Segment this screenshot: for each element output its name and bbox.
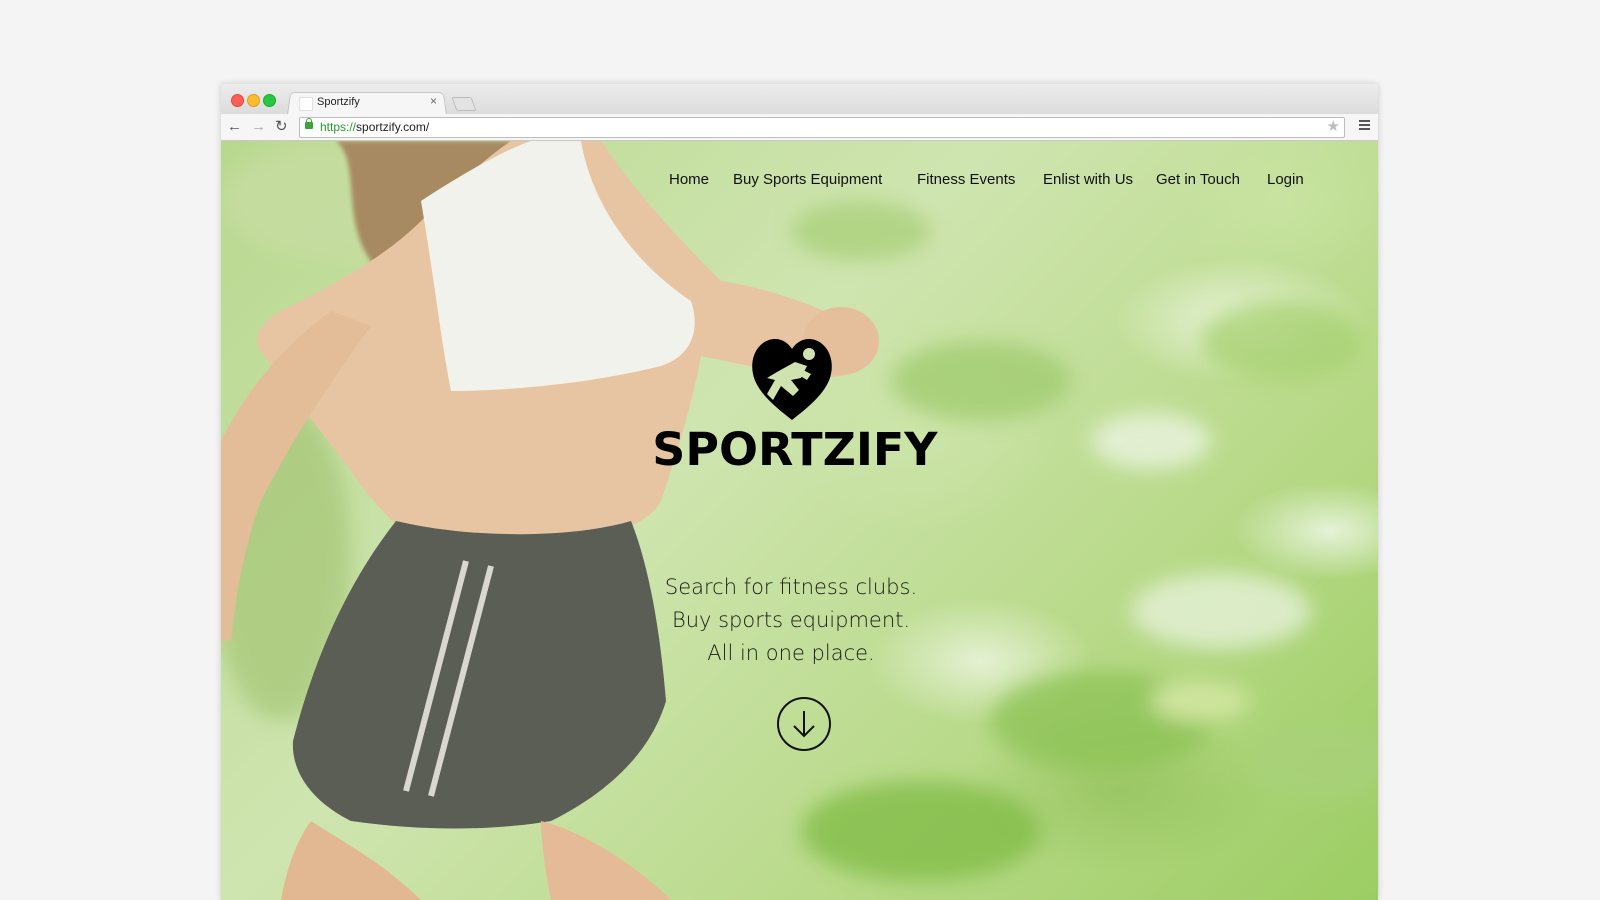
forward-arrow-icon[interactable]: → <box>251 118 266 136</box>
scroll-down-button[interactable] <box>777 697 831 751</box>
minimize-window-button[interactable] <box>247 94 260 107</box>
nav-link-buy-sports-equipment[interactable]: Buy Sports Equipment <box>733 171 882 188</box>
lock-icon <box>305 118 313 129</box>
main-navigation: Home Buy Sports Equipment Fitness Events… <box>221 171 1378 195</box>
nav-link-home[interactable]: Home <box>669 171 709 188</box>
maximize-window-button[interactable] <box>263 94 276 107</box>
browser-toolbar: ← → ↻ https://sportzify.com/ ★ <box>221 114 1378 141</box>
nav-link-get-in-touch[interactable]: Get in Touch <box>1156 171 1240 188</box>
url-host: sportzify.com/ <box>356 120 430 134</box>
tab-title: Sportzify <box>317 96 360 108</box>
url-scheme: https:// <box>320 120 357 134</box>
nav-link-enlist-with-us[interactable]: Enlist with Us <box>1043 171 1133 188</box>
hero-runner-photo <box>221 141 1378 900</box>
address-bar[interactable]: https://sportzify.com/ ★ <box>299 117 1345 138</box>
tagline-line-2: Buy sports equipment. <box>671 608 911 632</box>
browser-window: Sportzify × ← → ↻ https://sportzify.com/… <box>221 84 1378 900</box>
nav-link-fitness-events[interactable]: Fitness Events <box>917 171 1015 188</box>
back-arrow-icon[interactable]: ← <box>227 118 242 136</box>
arrow-down-circle-icon <box>793 711 815 738</box>
bookmark-star-icon[interactable]: ★ <box>1327 117 1340 135</box>
close-window-button[interactable] <box>231 94 244 107</box>
favicon-icon <box>299 97 313 111</box>
url-text[interactable]: https://sportzify.com/ <box>320 120 429 134</box>
hamburger-menu-icon[interactable] <box>1359 120 1370 130</box>
reload-icon[interactable]: ↻ <box>275 118 288 136</box>
tagline-line-3: All in one place. <box>707 641 875 665</box>
heart-runner-icon <box>752 339 832 420</box>
tab-bar: Sportzify × <box>221 84 1378 115</box>
brand-wordmark: SPORTZIFY <box>652 423 938 476</box>
tab-sportzify[interactable]: Sportzify × <box>287 92 445 115</box>
new-tab-button[interactable] <box>451 97 477 111</box>
tagline-line-1: Search for fitness clubs. <box>664 575 918 599</box>
hero-section: Home Buy Sports Equipment Fitness Events… <box>221 141 1378 900</box>
tab-close-button[interactable]: × <box>430 94 437 108</box>
nav-link-login[interactable]: Login <box>1267 171 1304 188</box>
